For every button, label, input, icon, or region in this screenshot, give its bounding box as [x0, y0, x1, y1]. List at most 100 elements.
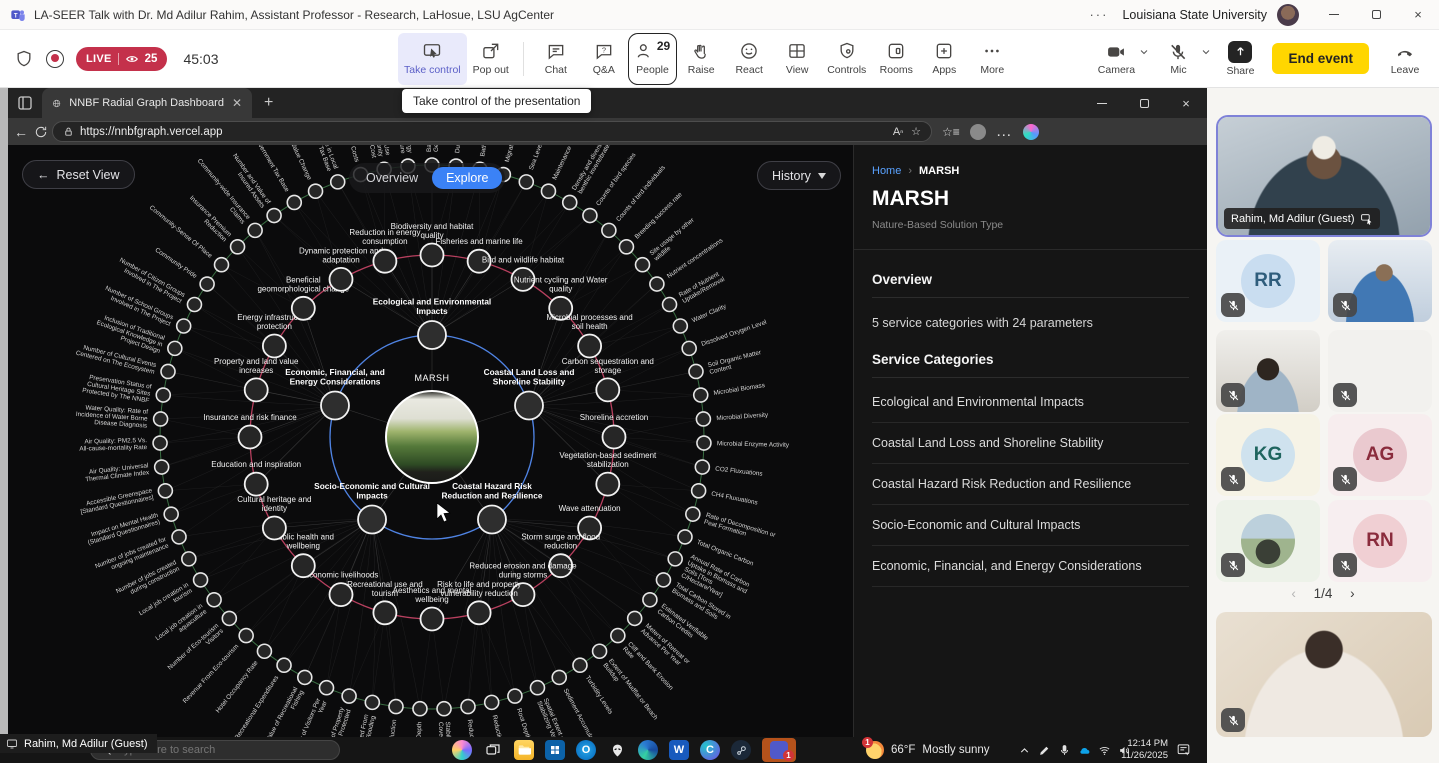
outer-node[interactable] [365, 695, 379, 709]
outer-node[interactable] [154, 412, 168, 426]
parameter-node[interactable] [421, 608, 444, 631]
outer-node[interactable] [611, 629, 625, 643]
browser-more-icon[interactable]: … [996, 123, 1013, 141]
outer-node[interactable] [342, 689, 356, 703]
center-node-marsh[interactable] [386, 391, 478, 483]
overview-toggle-button[interactable]: Overview [352, 167, 432, 189]
leave-button[interactable]: Leave [1383, 42, 1427, 76]
parameter-node[interactable] [263, 335, 286, 358]
outer-node[interactable] [519, 175, 533, 189]
outer-node[interactable] [413, 702, 427, 716]
taskbar-teams-icon[interactable]: 1 [762, 738, 796, 762]
category-node[interactable] [478, 506, 506, 534]
notification-center-icon[interactable] [1176, 742, 1191, 757]
shield-icon[interactable] [14, 49, 34, 69]
record-indicator-icon[interactable] [46, 50, 64, 68]
back-icon[interactable]: ← [8, 124, 34, 140]
onedrive-icon[interactable] [1078, 744, 1091, 757]
outer-node[interactable] [161, 364, 175, 378]
outer-node[interactable] [164, 507, 178, 521]
outer-node[interactable] [697, 436, 711, 450]
category-item[interactable]: Ecological and Environmental Impacts [872, 382, 1189, 423]
browser-tab[interactable]: NNBF Radial Graph Dashboard ✕ [42, 88, 252, 118]
category-node[interactable] [321, 391, 349, 419]
toolbar-item-take-control[interactable]: Take control [398, 33, 467, 85]
outer-node[interactable] [437, 702, 451, 716]
parameter-node[interactable] [263, 517, 286, 540]
taskbar-steam-icon[interactable] [731, 740, 751, 760]
outer-node[interactable] [573, 658, 587, 672]
parameter-node[interactable] [239, 426, 262, 449]
outer-node[interactable] [686, 507, 700, 521]
participant-tile[interactable] [1328, 240, 1432, 322]
share-button[interactable]: Share [1218, 41, 1262, 77]
chevron-up-icon[interactable] [1018, 744, 1031, 757]
participant-tile[interactable] [1216, 500, 1320, 582]
participant-tile-rr[interactable]: RR [1216, 240, 1320, 322]
tab-close-icon[interactable]: ✕ [232, 96, 242, 110]
url-bar[interactable]: https://nnbfgraph.vercel.app Aⁿ ☆ [52, 121, 932, 142]
taskbar-alienware-icon[interactable] [607, 740, 627, 760]
outer-node[interactable] [583, 209, 597, 223]
outer-node[interactable] [593, 644, 607, 658]
outer-node[interactable] [320, 681, 334, 695]
breadcrumb-home-link[interactable]: Home [872, 165, 901, 177]
outer-node[interactable] [309, 184, 323, 198]
org-name[interactable]: Louisiana State University [1122, 8, 1267, 22]
toolbar-item-apps[interactable]: Apps [920, 33, 968, 85]
close-button[interactable]: × [1397, 0, 1439, 29]
outer-node[interactable] [182, 552, 196, 566]
browser-profile-avatar[interactable] [970, 124, 986, 140]
parameter-node[interactable] [596, 378, 619, 401]
category-node[interactable] [358, 506, 386, 534]
outer-node[interactable] [200, 277, 214, 291]
read-aloud-icon[interactable]: Aⁿ [893, 126, 903, 138]
browser-minimize-button[interactable] [1081, 89, 1123, 118]
outer-node[interactable] [461, 700, 475, 714]
end-event-button[interactable]: End event [1272, 43, 1369, 74]
pen-icon[interactable] [1038, 744, 1051, 757]
outer-node[interactable] [156, 388, 170, 402]
outer-node[interactable] [692, 484, 706, 498]
parameter-node[interactable] [330, 583, 353, 606]
self-video-tile[interactable] [1216, 612, 1432, 737]
category-node[interactable] [515, 391, 543, 419]
participant-tile-rn[interactable]: RN [1328, 500, 1432, 582]
taskbar-microsoft-store-icon[interactable] [545, 740, 565, 760]
mic-button[interactable]: Mic [1156, 42, 1200, 76]
toolbar-item-more[interactable]: More [968, 33, 1016, 85]
outer-node[interactable] [158, 484, 172, 498]
toolbar-item-pop-out[interactable]: Pop out [467, 33, 515, 85]
parameter-node[interactable] [245, 473, 268, 496]
tab-actions-icon[interactable] [17, 95, 33, 111]
outer-node[interactable] [541, 184, 555, 198]
outer-node[interactable] [635, 258, 649, 272]
category-item[interactable]: Coastal Land Loss and Shoreline Stabilit… [872, 423, 1189, 464]
outer-node[interactable] [287, 195, 301, 209]
history-button[interactable]: History [757, 161, 841, 190]
category-item[interactable]: Socio-Economic and Cultural Impacts [872, 505, 1189, 546]
taskbar-task-view-icon[interactable] [483, 740, 503, 760]
outer-node[interactable] [696, 412, 710, 426]
toolbar-item-people[interactable]: 29People [628, 33, 677, 85]
participant-tile[interactable] [1328, 330, 1432, 412]
camera-button[interactable]: Camera [1094, 42, 1138, 76]
copilot-icon[interactable] [1023, 124, 1039, 140]
mic-chevron-icon[interactable] [1200, 46, 1218, 72]
taskbar-word-icon[interactable]: W [669, 740, 689, 760]
outer-node[interactable] [194, 573, 208, 587]
refresh-icon[interactable] [34, 125, 48, 139]
outer-node[interactable] [656, 573, 670, 587]
outer-node[interactable] [602, 223, 616, 237]
user-avatar[interactable] [1277, 4, 1299, 26]
favorites-star-icon[interactable]: ☆ [911, 125, 921, 138]
outer-node[interactable] [257, 644, 271, 658]
taskbar-outlook-icon[interactable]: O [576, 740, 596, 760]
parameter-node[interactable] [578, 335, 601, 358]
browser-close-button[interactable]: × [1165, 89, 1207, 118]
parameter-node[interactable] [330, 268, 353, 291]
parameter-node[interactable] [373, 601, 396, 624]
outer-node[interactable] [153, 436, 167, 450]
outer-node[interactable] [222, 611, 236, 625]
favorites-bar-icon[interactable]: ☆≡ [942, 125, 960, 139]
